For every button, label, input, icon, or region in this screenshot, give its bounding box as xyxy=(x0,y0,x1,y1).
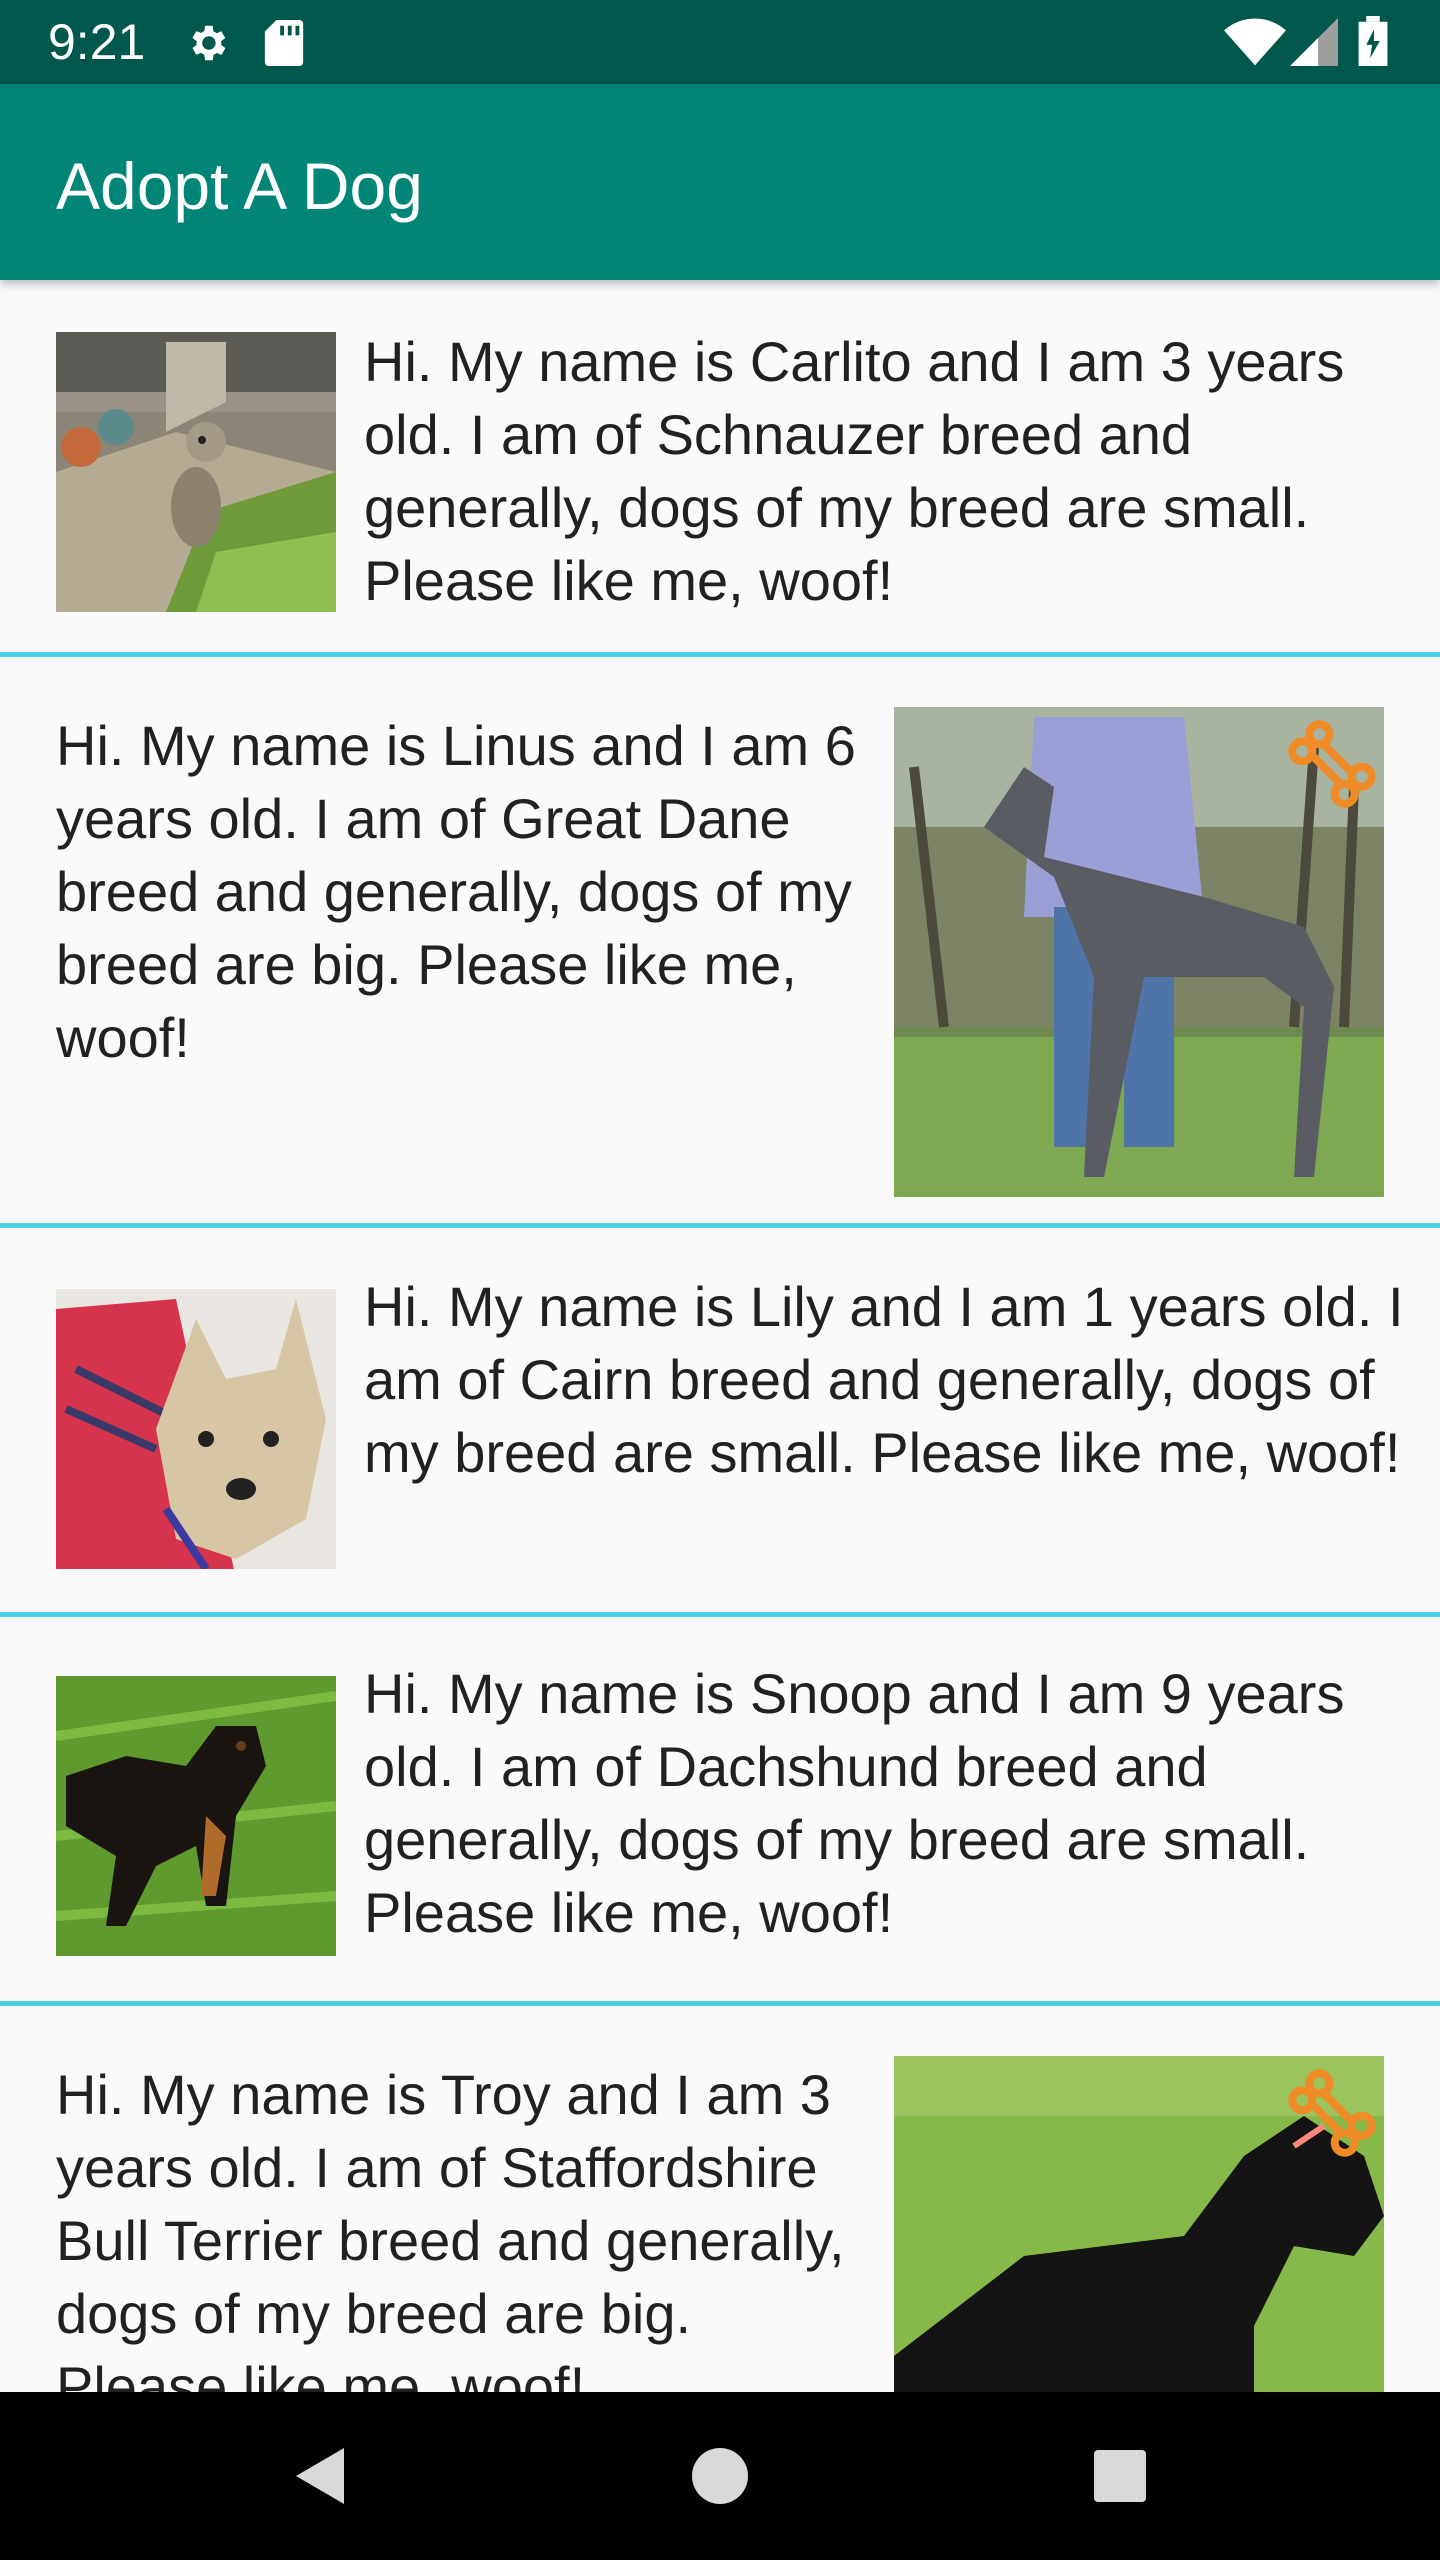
list-item[interactable]: Hi. My name is Troy and I am 3 years old… xyxy=(0,2006,1440,2392)
sd-card-icon xyxy=(264,20,304,71)
signal-icon xyxy=(1290,18,1338,71)
recents-icon[interactable] xyxy=(1080,2436,1160,2516)
dog-description: Hi. My name is Carlito and I am 3 years … xyxy=(364,330,1345,612)
app-bar: Adopt A Dog xyxy=(0,84,1440,280)
back-icon[interactable] xyxy=(280,2436,360,2516)
dog-description: Hi. My name is Troy and I am 3 years old… xyxy=(56,2063,845,2392)
battery-icon xyxy=(1358,16,1388,71)
list-item[interactable]: Hi. My name is Snoop and I am 9 years ol… xyxy=(0,1617,1440,2001)
dog-description: Hi. My name is Snoop and I am 9 years ol… xyxy=(364,1662,1345,1944)
dog-list[interactable]: Hi. My name is Carlito and I am 3 years … xyxy=(0,280,1440,2392)
navigation-bar xyxy=(0,2392,1440,2560)
dog-photo-cairn xyxy=(56,1289,336,1569)
list-item[interactable]: Hi. My name is Lily and I am 1 years old… xyxy=(0,1228,1440,1612)
wifi-icon xyxy=(1224,18,1286,71)
app-title: Adopt A Dog xyxy=(56,149,423,223)
liked-bone-icon[interactable] xyxy=(1280,2061,1384,2170)
dog-description: Hi. My name is Linus and I am 6 years ol… xyxy=(56,714,856,1069)
dog-photo-dachshund xyxy=(56,1676,336,1956)
dog-photo-schnauzer xyxy=(56,332,336,612)
status-bar: 9:21 xyxy=(0,0,1440,84)
list-item[interactable]: Hi. My name is Linus and I am 6 years ol… xyxy=(0,657,1440,1223)
home-icon[interactable] xyxy=(680,2436,760,2516)
dog-description: Hi. My name is Lily and I am 1 years old… xyxy=(364,1275,1404,1484)
list-item[interactable]: Hi. My name is Carlito and I am 3 years … xyxy=(0,280,1440,652)
status-time: 9:21 xyxy=(48,14,146,70)
liked-bone-icon[interactable] xyxy=(1280,712,1384,821)
gear-icon xyxy=(184,20,230,71)
